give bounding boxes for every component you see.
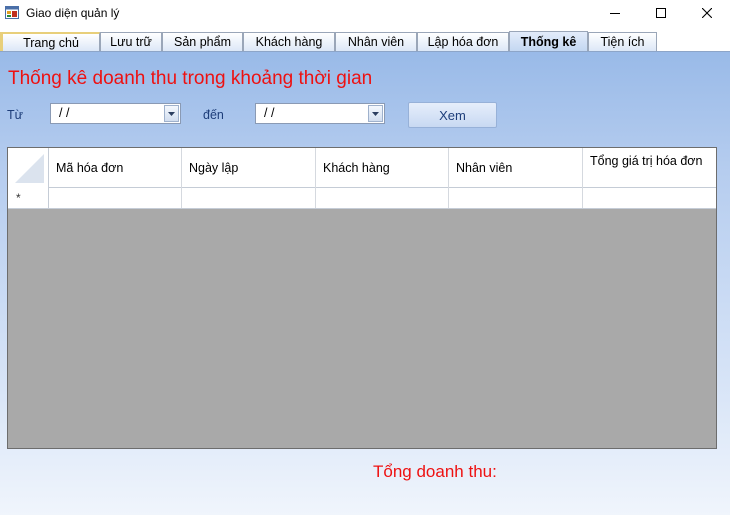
- tab-khach-hang[interactable]: Khách hàng: [243, 32, 335, 51]
- close-button[interactable]: [684, 0, 730, 26]
- from-label: Từ: [7, 108, 24, 122]
- new-row-marker: *: [8, 188, 49, 208]
- to-date-value: / /: [264, 106, 275, 120]
- column-header-tong-gia-tri[interactable]: Tổng giá trị hóa đơn: [583, 148, 716, 188]
- grid-header: Mã hóa đơn Ngày lập Khách hàng Nhân viên…: [8, 148, 716, 188]
- new-row-cell[interactable]: [583, 188, 716, 208]
- to-date-dropdown-button[interactable]: [368, 105, 383, 122]
- tab-luu-tru[interactable]: Lưu trữ: [100, 32, 162, 51]
- window-title: Giao diện quản lý: [26, 6, 120, 20]
- total-revenue-label: Tổng doanh thu:: [373, 462, 497, 481]
- minimize-icon: [610, 13, 620, 14]
- view-button[interactable]: Xem: [408, 102, 497, 128]
- from-date-value: / /: [59, 106, 70, 120]
- column-header-khach-hang[interactable]: Khách hàng: [316, 148, 449, 188]
- chevron-down-icon: [372, 111, 379, 116]
- from-date-picker[interactable]: / /: [50, 103, 181, 124]
- maximize-icon: [656, 8, 666, 18]
- chevron-down-icon: [168, 111, 175, 116]
- column-header-ma-hoa-don[interactable]: Mã hóa đơn: [49, 148, 182, 188]
- column-header-ngay-lap[interactable]: Ngày lập: [182, 148, 316, 188]
- statistics-panel: Thống kê doanh thu trong khoảng thời gia…: [0, 51, 730, 515]
- new-row-cell[interactable]: [182, 188, 316, 208]
- tab-lap-hoa-don[interactable]: Lập hóa đơn: [417, 32, 509, 51]
- tab-san-pham[interactable]: Sản phẩm: [162, 32, 243, 51]
- tab-strip: Trang chủ Lưu trữ Sản phẩm Khách hàng Nh…: [0, 26, 730, 52]
- maximize-button[interactable]: [638, 0, 684, 26]
- tab-trang-chu[interactable]: Trang chủ: [0, 32, 100, 51]
- page-title: Thống kê doanh thu trong khoảng thời gia…: [8, 68, 373, 89]
- app-icon: [5, 6, 19, 19]
- tab-nhan-vien[interactable]: Nhân viên: [335, 32, 417, 51]
- tab-tien-ich[interactable]: Tiện ích: [588, 32, 657, 51]
- to-date-picker[interactable]: / /: [255, 103, 385, 124]
- tab-thong-ke[interactable]: Thống kê: [509, 31, 588, 52]
- new-row-cell[interactable]: [449, 188, 583, 208]
- invoice-grid[interactable]: Mã hóa đơn Ngày lập Khách hàng Nhân viên…: [7, 147, 717, 449]
- title-bar[interactable]: Giao diện quản lý: [0, 0, 730, 26]
- close-icon: [702, 8, 712, 18]
- corner-triangle-icon: [15, 154, 44, 183]
- column-header-nhan-vien[interactable]: Nhân viên: [449, 148, 583, 188]
- new-row-cell[interactable]: [316, 188, 449, 208]
- new-row[interactable]: *: [8, 188, 716, 209]
- minimize-button[interactable]: [592, 0, 638, 26]
- new-row-cell[interactable]: [49, 188, 182, 208]
- grid-select-all-cell[interactable]: [8, 148, 49, 188]
- to-label: đến: [203, 108, 224, 122]
- from-date-dropdown-button[interactable]: [164, 105, 179, 122]
